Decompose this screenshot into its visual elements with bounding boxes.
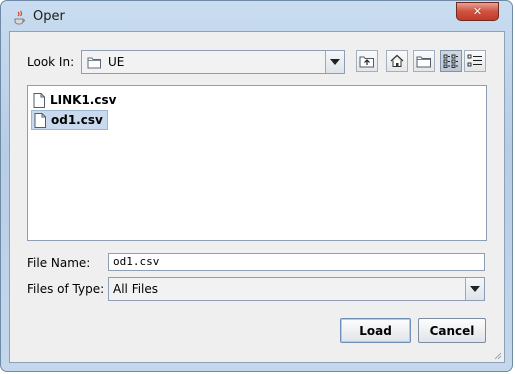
dialog-content: Look In: UE LINK1.csv od1.csv File Name:… — [9, 31, 505, 363]
up-one-level-button[interactable] — [356, 50, 378, 72]
look-in-combobox[interactable]: UE — [81, 50, 345, 74]
file-item-link1[interactable]: LINK1.csv — [31, 90, 120, 110]
files-of-type-label: Files of Type: — [27, 282, 105, 296]
open-dialog-window: Oper ✕ Look In: UE LINK1.csv od1.csv Fil… — [0, 0, 513, 372]
files-of-type-value: All Files — [113, 282, 159, 296]
window-title: Oper — [33, 9, 65, 24]
list-view-icon — [443, 54, 458, 68]
chevron-down-icon — [330, 59, 340, 65]
look-in-dropdown-arrow[interactable] — [325, 51, 344, 73]
details-view-icon — [467, 54, 482, 67]
details-view-button[interactable] — [464, 50, 486, 72]
cancel-button[interactable]: Cancel — [418, 318, 486, 343]
file-icon — [34, 112, 46, 128]
close-icon: ✕ — [472, 5, 483, 18]
close-button[interactable]: ✕ — [456, 2, 499, 21]
title-bar[interactable]: Oper ✕ — [1, 1, 512, 31]
look-in-value: UE — [108, 55, 125, 69]
look-in-label: Look In: — [27, 55, 75, 69]
resize-grip-icon[interactable] — [492, 350, 502, 360]
folder-icon — [87, 57, 101, 69]
chevron-down-icon — [470, 286, 480, 292]
folder-up-icon — [359, 56, 374, 68]
file-icon — [33, 92, 45, 108]
list-view-button[interactable] — [440, 50, 462, 72]
home-button[interactable] — [386, 50, 408, 72]
file-name-label: LINK1.csv — [50, 93, 117, 107]
file-list[interactable]: LINK1.csv od1.csv — [27, 85, 487, 241]
files-of-type-dropdown-arrow[interactable] — [465, 278, 484, 300]
files-of-type-combobox[interactable]: All Files — [108, 277, 485, 301]
load-button[interactable]: Load — [340, 318, 411, 343]
file-name-label: od1.csv — [51, 113, 103, 127]
new-folder-icon — [416, 56, 431, 68]
home-icon — [390, 54, 404, 67]
java-cup-icon — [14, 10, 25, 25]
new-folder-button[interactable] — [413, 50, 435, 72]
file-item-od1[interactable]: od1.csv — [31, 110, 108, 130]
file-name-input[interactable]: od1.csv — [108, 253, 485, 271]
file-name-label: File Name: — [27, 256, 91, 270]
